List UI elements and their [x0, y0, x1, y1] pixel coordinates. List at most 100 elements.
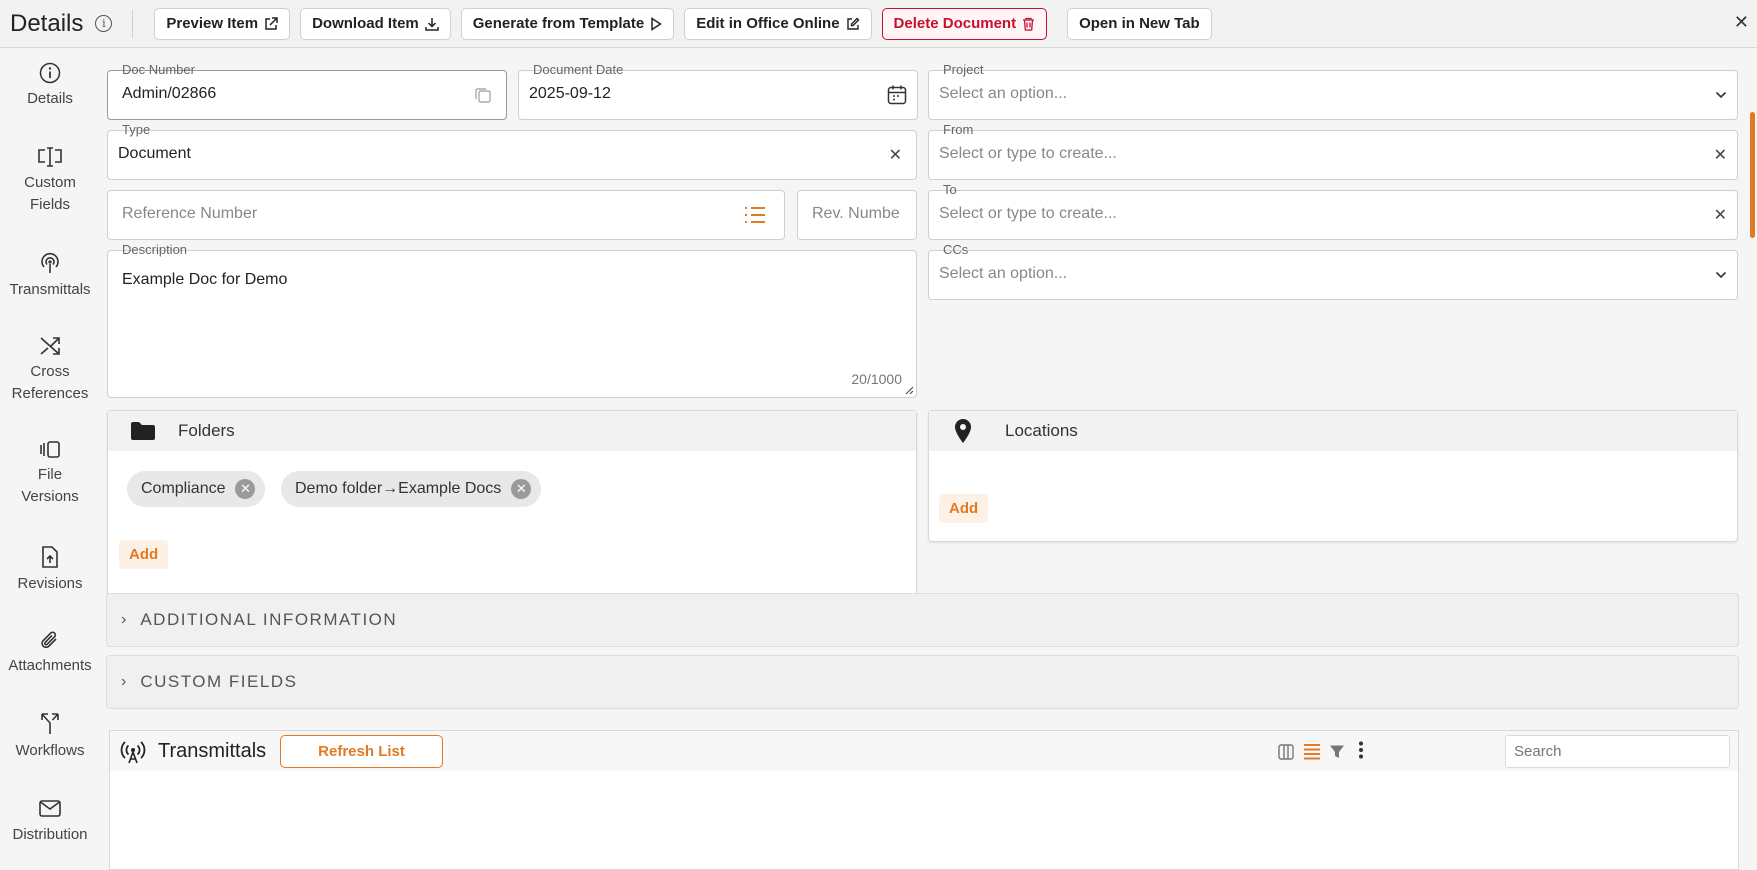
reference-number-placeholder: Reference Number [122, 205, 258, 222]
sidebar-item-attachments[interactable]: Attachments [0, 629, 100, 677]
custom-fields-accordion[interactable]: › CUSTOM FIELDS [106, 655, 1739, 709]
transmittals-title: Transmittals [158, 739, 267, 762]
sidebar-item-transmittals[interactable]: Transmittals [0, 251, 100, 301]
project-select[interactable]: Project Select an option... [928, 62, 1738, 120]
sidebar-item-label-2: Fields [29, 196, 70, 213]
doc-number-value: Admin/02866 [122, 85, 217, 102]
resize-handle-icon[interactable] [904, 385, 914, 395]
sidebar-item-label: Custom [24, 174, 76, 191]
rev-number-placeholder: Rev. Numbe [812, 205, 900, 222]
columns-icon[interactable] [1278, 744, 1294, 760]
sidebar: Details Custom Fields Transmittals Cross… [0, 48, 100, 867]
copy-icon[interactable] [474, 86, 492, 104]
clear-icon[interactable]: ✕ [889, 145, 902, 165]
project-placeholder: Select an option... [939, 85, 1068, 102]
preview-item-label: Preview Item [166, 15, 259, 32]
open-new-tab-button[interactable]: Open in New Tab [1067, 7, 1212, 40]
doc-number-field[interactable]: Doc Number Admin/02866 [107, 62, 507, 120]
sidebar-item-cross-references[interactable]: Cross References [0, 335, 100, 405]
additional-information-accordion[interactable]: › ADDITIONAL INFORMATION [106, 593, 1739, 647]
sidebar-item-file-versions[interactable]: File Versions [0, 440, 100, 508]
more-vertical-icon[interactable] [1358, 741, 1364, 759]
sidebar-item-label-2: Versions [21, 488, 79, 505]
to-placeholder: Select or type to create... [939, 205, 1117, 222]
filter-icon[interactable] [1329, 744, 1345, 760]
folders-header: Folders [108, 411, 916, 451]
density-icon[interactable] [1303, 743, 1321, 761]
layers-icon [40, 441, 60, 458]
sidebar-item-label: File [37, 466, 63, 483]
refresh-list-button[interactable]: Refresh List [280, 734, 443, 768]
shuffle-icon [40, 337, 60, 355]
edit-icon [846, 17, 860, 30]
delete-document-button[interactable]: Delete Document [881, 7, 1048, 40]
scrollbar-thumb[interactable] [1750, 112, 1755, 238]
info-icon [39, 62, 61, 84]
reference-number-field[interactable]: Reference Number [107, 190, 785, 240]
chevron-right-icon: › [121, 611, 127, 628]
add-location-button[interactable]: Add [939, 494, 989, 523]
scrollbar[interactable] [1745, 48, 1757, 867]
close-icon[interactable]: ✕ [1734, 12, 1749, 33]
transmittals-panel: Transmittals Refresh List [109, 730, 1739, 870]
sidebar-item-workflows[interactable]: Workflows [0, 712, 100, 762]
broadcast-icon [41, 252, 59, 273]
folder-chip[interactable]: Demo folder→Example Docs ✕ [281, 471, 542, 507]
clear-icon[interactable]: ✕ [1714, 205, 1727, 225]
top-bar: Details i Preview Item Download Item Gen… [0, 0, 1757, 48]
remove-chip-icon[interactable]: ✕ [235, 479, 256, 499]
from-select[interactable]: From Select or type to create... ✕ [928, 122, 1738, 180]
type-label: Type [122, 122, 151, 137]
preview-item-button[interactable]: Preview Item [154, 7, 291, 40]
ccs-select[interactable]: CCs Select an option... [928, 242, 1738, 300]
paperclip-icon [41, 631, 57, 649]
description-field[interactable]: Description Example Doc for Demo 20/1000 [107, 242, 917, 398]
download-icon [425, 17, 439, 31]
edit-office-online-button[interactable]: Edit in Office Online [684, 7, 872, 40]
rev-number-field[interactable]: Rev. Numbe [797, 190, 917, 240]
map-pin-icon [955, 419, 971, 443]
main-content: Doc Number Admin/02866 Document Date 202… [106, 48, 1741, 870]
project-label: Project [943, 62, 984, 77]
calendar-icon[interactable] [887, 84, 907, 106]
list-icon[interactable] [744, 206, 766, 224]
sidebar-item-distribution[interactable]: Distribution [0, 798, 100, 846]
type-select[interactable]: Type Document ✕ [107, 122, 917, 180]
delete-document-label: Delete Document [893, 15, 1017, 32]
open-new-tab-label: Open in New Tab [1079, 15, 1200, 32]
download-item-label: Download Item [312, 15, 419, 32]
file-upload-icon [42, 546, 58, 568]
accordion-title: CUSTOM FIELDS [140, 672, 298, 691]
folder-chip[interactable]: Compliance ✕ [127, 471, 266, 507]
toolbar-divider [132, 9, 134, 38]
sidebar-item-custom-fields[interactable]: Custom Fields [0, 146, 100, 216]
sidebar-item-revisions[interactable]: Revisions [0, 545, 100, 595]
ccs-label: CCs [943, 242, 969, 257]
broadcast-icon [120, 741, 146, 764]
sidebar-item-label: Transmittals [9, 281, 91, 298]
add-folder-button[interactable]: Add [119, 540, 169, 569]
chevron-down-icon[interactable] [1715, 271, 1727, 279]
search-input[interactable] [1505, 735, 1730, 768]
sidebar-item-details[interactable]: Details [0, 62, 100, 110]
generate-template-button[interactable]: Generate from Template [460, 7, 675, 40]
ccs-placeholder: Select an option... [939, 265, 1068, 282]
remove-chip-icon[interactable]: ✕ [511, 479, 532, 499]
to-select[interactable]: To Select or type to create... ✕ [928, 182, 1738, 240]
download-item-button[interactable]: Download Item [300, 7, 451, 40]
folder-chip-label: Demo folder→Example Docs [295, 480, 502, 497]
accordion-title: ADDITIONAL INFORMATION [140, 610, 398, 629]
chevron-right-icon: › [121, 673, 127, 690]
character-counter: 20/1000 [851, 371, 902, 387]
description-value: Example Doc for Demo [122, 271, 288, 288]
sidebar-item-label: Revisions [17, 575, 83, 592]
sidebar-item-label: Cross [30, 363, 70, 380]
clear-icon[interactable]: ✕ [1714, 145, 1727, 165]
sidebar-item-label-2: References [11, 385, 89, 402]
branch-icon [41, 713, 59, 734]
info-icon[interactable]: i [95, 15, 113, 32]
type-value: Document [118, 145, 191, 162]
chevron-down-icon[interactable] [1715, 91, 1727, 99]
mail-icon [39, 800, 61, 817]
document-date-field[interactable]: Document Date 2025-09-12 [518, 62, 918, 120]
